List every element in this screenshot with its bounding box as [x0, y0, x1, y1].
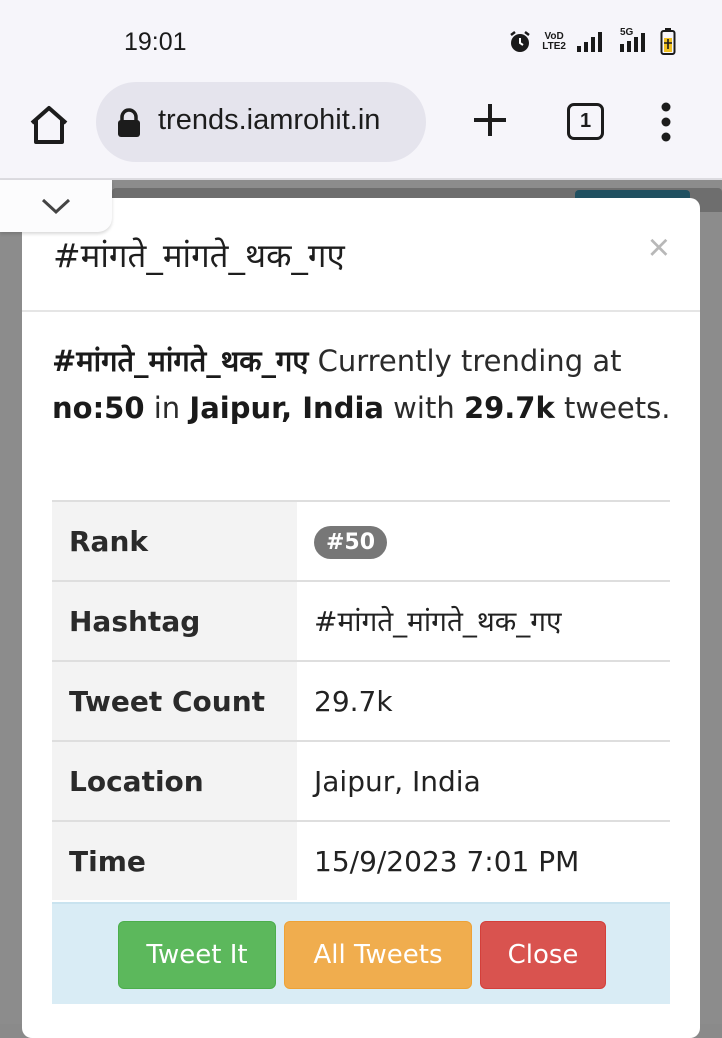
battery-charging-icon: [660, 28, 676, 55]
row-value-rank: #50: [297, 500, 670, 581]
tab-switcher-button[interactable]: 1: [567, 103, 604, 140]
collapse-toolbar-button[interactable]: [0, 180, 112, 232]
summary-hashtag: #मांगते_मांगते_थक_गए: [52, 344, 309, 378]
table-row: Time 15/9/2023 7:01 PM: [52, 820, 670, 900]
row-label-tweet-count: Tweet Count: [52, 660, 297, 741]
summary-text-3: with: [383, 391, 464, 425]
home-icon[interactable]: [26, 102, 72, 148]
volte-label-bottom: LTE2: [542, 41, 566, 52]
lock-icon: [118, 108, 140, 137]
summary-count: 29.7k: [463, 391, 555, 425]
more-vert-icon[interactable]: [655, 102, 677, 142]
chevron-down-icon: [41, 198, 71, 215]
status-time: 19:01: [124, 28, 187, 56]
status-bar: 19:01 VoD LTE2 5G: [0, 0, 722, 82]
table-row: Rank #50: [52, 500, 670, 581]
table-row: Tweet Count 29.7k: [52, 660, 670, 741]
row-value-tweet-count: 29.7k: [297, 660, 670, 741]
row-value-hashtag: #मांगते_मांगते_थक_गए: [297, 580, 670, 661]
signal-icon: [577, 32, 602, 52]
summary-rank: no:50: [52, 391, 145, 425]
summary-text-4: tweets.: [554, 391, 671, 425]
row-label-location: Location: [52, 740, 297, 821]
trend-info-table: Rank #50 Hashtag #मांगते_मांगते_थक_गए Tw…: [52, 500, 670, 900]
trend-modal: #मांगते_मांगते_थक_गए × #मांगते_मांगते_थक…: [22, 198, 700, 1038]
signal-5g-icon: 5G: [614, 28, 650, 54]
rank-badge: #50: [314, 526, 388, 559]
address-bar[interactable]: trends.iamrohit.in: [96, 82, 426, 162]
table-row: Hashtag #मांगते_मांगते_थक_गए: [52, 580, 670, 661]
tweet-it-button[interactable]: Tweet It: [118, 921, 276, 989]
alarm-icon: [510, 31, 531, 52]
summary-text-2: in: [144, 391, 190, 425]
row-label-hashtag: Hashtag: [52, 580, 297, 661]
summary-text-1: Currently trending at: [308, 344, 622, 378]
modal-footer: Tweet It All Tweets Close: [52, 902, 670, 1004]
url-text: trends.iamrohit.in: [158, 104, 381, 136]
row-value-time: 15/9/2023 7:01 PM: [297, 820, 670, 900]
close-icon[interactable]: ×: [648, 228, 670, 268]
status-icons: VoD LTE2 5G: [508, 28, 676, 56]
row-label-time: Time: [52, 820, 297, 900]
modal-header: #मांगते_मांगते_थक_गए ×: [22, 198, 700, 312]
modal-body: #मांगते_मांगते_थक_गए Currently trending …: [52, 338, 672, 432]
plus-icon[interactable]: [470, 100, 510, 140]
trend-summary: #मांगते_मांगते_थक_गए Currently trending …: [52, 338, 672, 432]
row-value-location: Jaipur, India: [297, 740, 670, 821]
row-label-rank: Rank: [52, 500, 297, 581]
volte-icon: VoD LTE2: [542, 32, 566, 52]
table-row: Location Jaipur, India: [52, 740, 670, 821]
modal-title: #मांगते_मांगते_थक_गए: [53, 236, 345, 275]
browser-toolbar: trends.iamrohit.in 1: [0, 82, 722, 180]
all-tweets-button[interactable]: All Tweets: [284, 921, 472, 989]
summary-location: Jaipur, India: [189, 391, 384, 425]
close-button[interactable]: Close: [480, 921, 606, 989]
